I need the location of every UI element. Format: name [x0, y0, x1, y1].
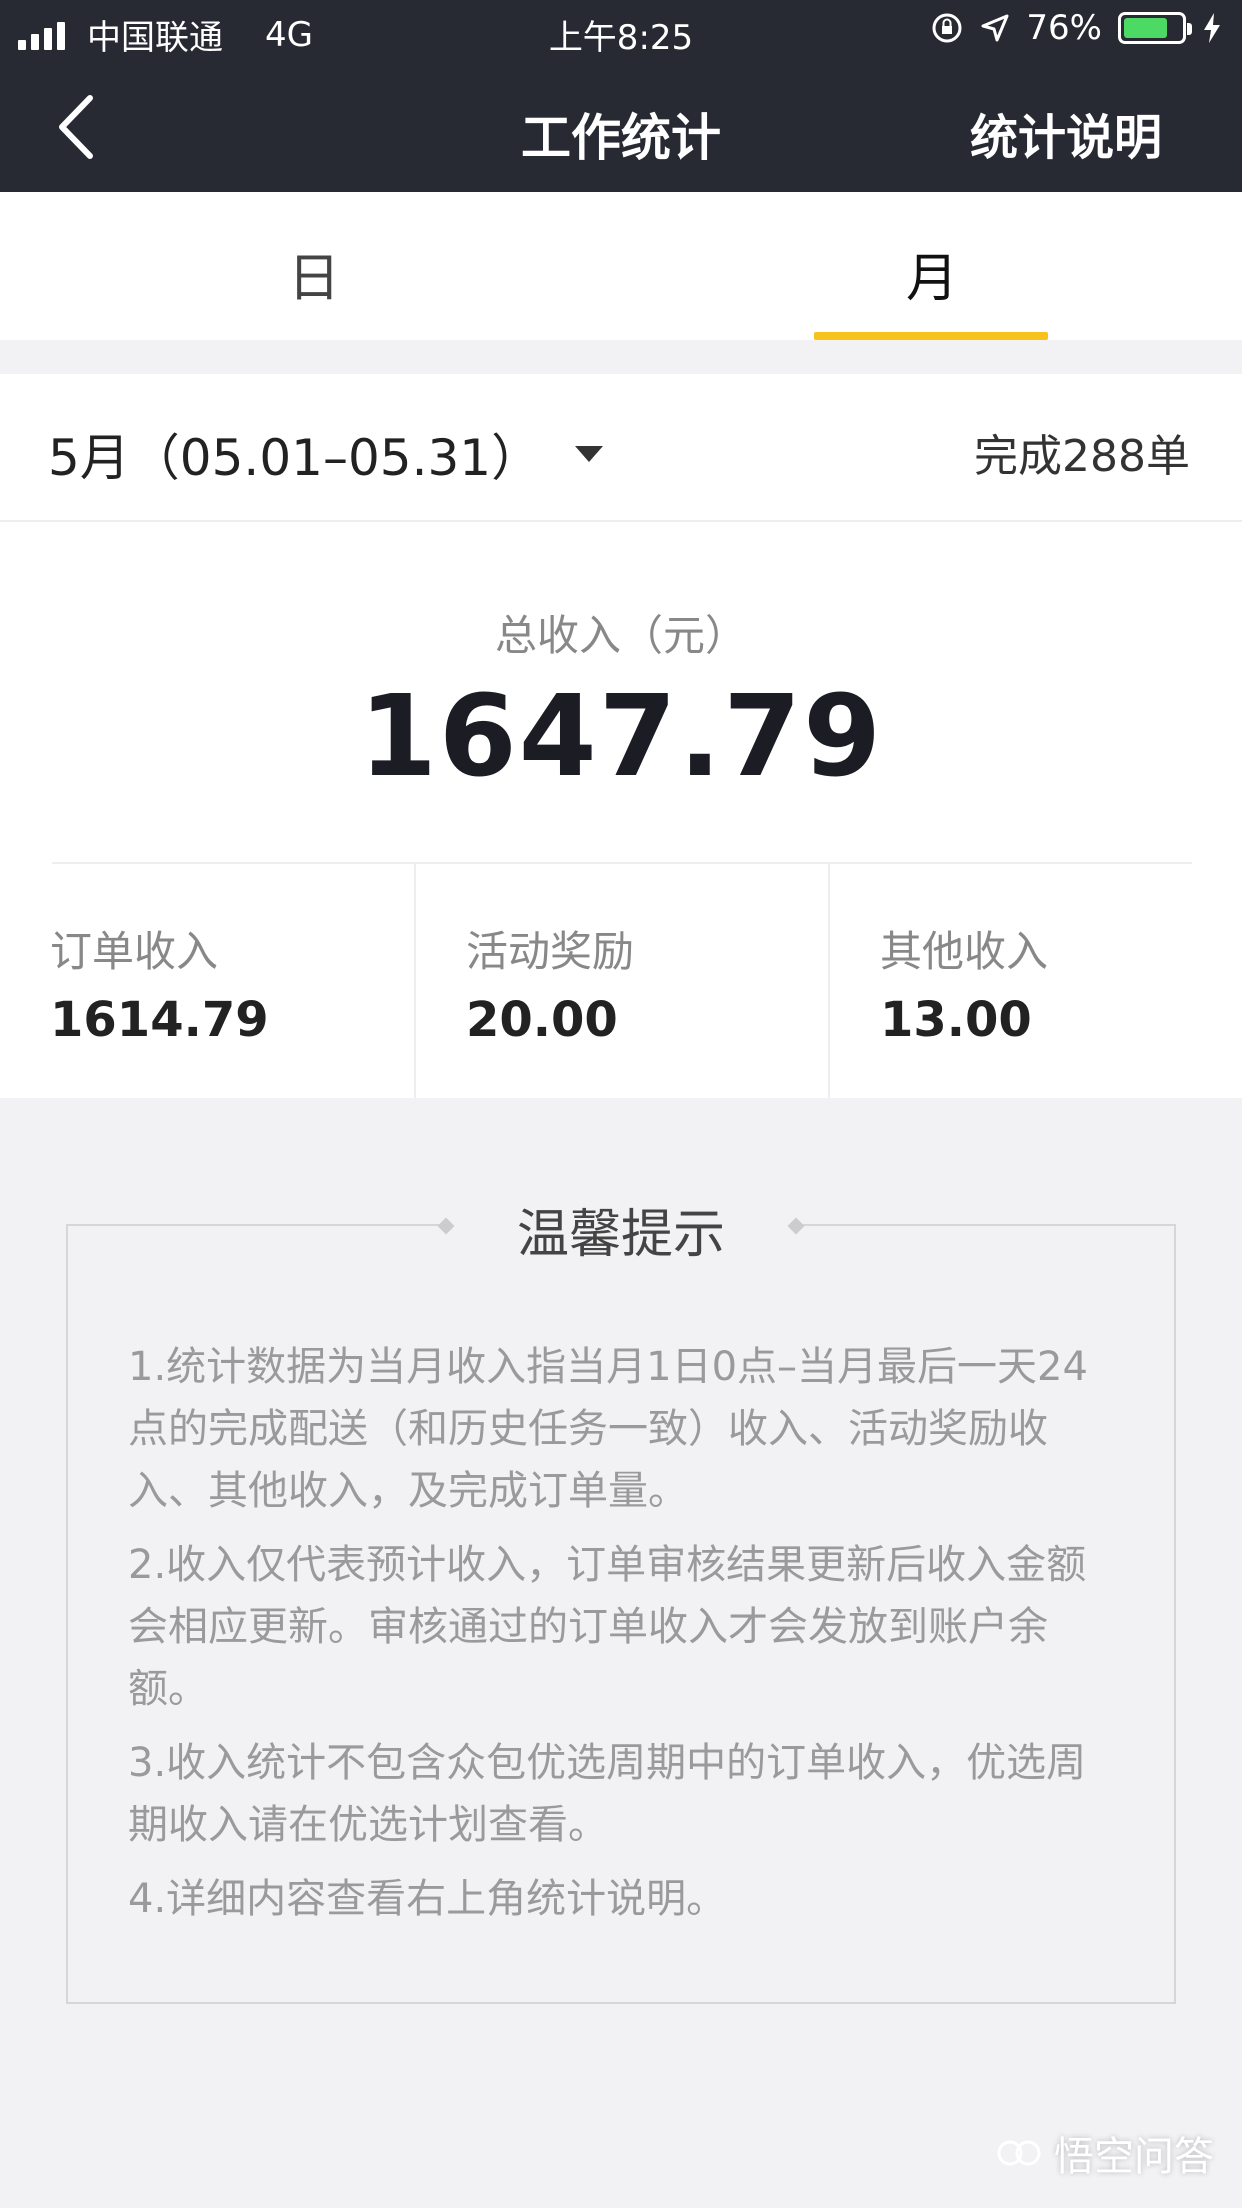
period-tabs: 日 月 — [0, 192, 1242, 340]
battery-fill — [1124, 18, 1167, 38]
income-item-value: 13.00 — [880, 992, 1032, 1048]
status-right: 76% — [930, 8, 1222, 48]
tips-header: 温馨提示 — [0, 1192, 1242, 1267]
tab-day[interactable]: 日 — [288, 236, 340, 311]
location-icon — [981, 14, 1009, 42]
completed-orders: 完成288单 — [974, 431, 1190, 482]
wukong-logo-icon — [997, 2140, 1041, 2166]
dropdown-caret-icon — [575, 446, 604, 462]
statistics-explanation-button[interactable]: 统计说明 — [970, 98, 1162, 168]
tips-title: 温馨提示 — [450, 1192, 792, 1267]
tips-list: 1.统计数据为当月收入指当月1日0点–当月最后一天24点的完成配送（和历史任务一… — [128, 1336, 1114, 1942]
tip-item: 4.详细内容查看右上角统计说明。 — [128, 1876, 727, 1922]
period-selector[interactable]: 5月（05.01–05.31） — [48, 418, 604, 490]
income-item-order: 订单收入 1614.79 — [0, 864, 414, 1098]
income-panel: 总收入（元） 1647.79 订单收入 1614.79 活动奖励 20.00 其… — [0, 522, 1242, 1098]
period-label: 5月（05.01–05.31） — [48, 429, 542, 487]
income-item-value: 20.00 — [466, 992, 618, 1048]
watermark: 悟空问答 — [994, 2124, 1214, 2182]
battery-icon — [1118, 12, 1192, 44]
income-item-activity: 活动奖励 20.00 — [414, 864, 828, 1098]
tab-month[interactable]: 月 — [906, 236, 958, 311]
income-item-label: 活动奖励 — [466, 927, 635, 976]
tip-item: 2.收入仅代表预计收入，订单审核结果更新后收入金额会相应更新。审核通过的订单收入… — [128, 1542, 1087, 1712]
total-income-value: 1647.79 — [358, 672, 884, 802]
nav-bar: 工作统计 统计说明 — [0, 62, 1242, 192]
status-bar: 中国联通 4G 上午8:25 76% — [0, 0, 1242, 62]
battery-percent: 76% — [1026, 8, 1102, 48]
rotation-lock-icon — [932, 13, 962, 43]
income-item-label: 其他收入 — [880, 927, 1049, 976]
income-item-value: 1614.79 — [50, 992, 269, 1048]
charging-icon — [1204, 13, 1220, 43]
watermark-text: 悟空问答 — [1054, 2134, 1214, 2180]
tip-item: 1.统计数据为当月收入指当月1日0点–当月最后一天24点的完成配送（和历史任务一… — [128, 1344, 1088, 1514]
income-item-label: 订单收入 — [50, 927, 219, 976]
tab-active-indicator — [814, 332, 1048, 340]
income-item-other: 其他收入 13.00 — [828, 864, 1242, 1098]
tip-item: 3.收入统计不包含众包优选周期中的订单收入，优选周期收入请在优选计划查看。 — [128, 1740, 1087, 1848]
total-income-label: 总收入（元） — [494, 611, 747, 660]
period-row: 5月（05.01–05.31） 完成288单 — [0, 374, 1242, 522]
